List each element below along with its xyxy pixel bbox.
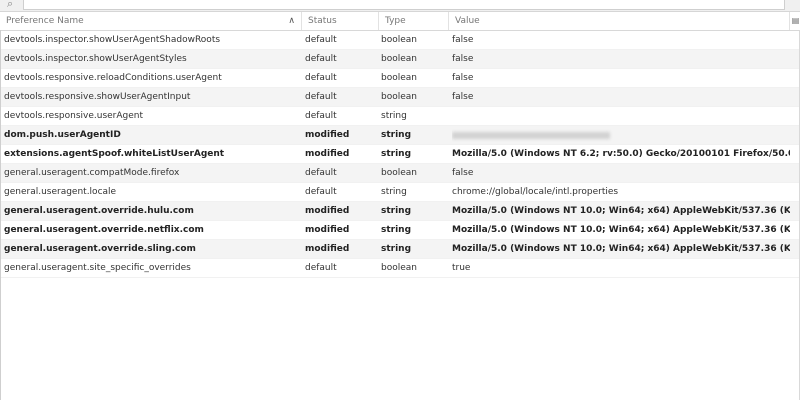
search-bar: ⌕ — [0, 0, 800, 12]
table-row[interactable]: general.useragent.compatMode.firefox defa… — [0, 164, 800, 183]
pref-type-cell: boolean — [381, 73, 417, 83]
pref-name-cell: general.useragent.override.sling.com — [4, 244, 196, 254]
table-header: Preference Name ∧ Status Type Value ▤ — [0, 12, 800, 31]
pref-value-cell — [452, 126, 790, 146]
pref-status-cell: default — [305, 111, 337, 121]
table-row[interactable]: devtools.inspector.showUserAgentShadowRo… — [0, 31, 800, 50]
pref-status-cell: modified — [305, 206, 350, 216]
pref-type-cell: boolean — [381, 35, 417, 45]
pref-type-cell: string — [381, 149, 412, 159]
table-row[interactable]: devtools.responsive.userAgent default stri… — [0, 107, 800, 126]
pref-status-cell: default — [305, 168, 337, 178]
column-header-status[interactable]: Status — [302, 12, 379, 30]
pref-name-cell: general.useragent.override.netflix.com — [4, 225, 204, 235]
pref-type-cell: string — [381, 225, 412, 235]
pref-name-cell: dom.push.userAgentID — [4, 130, 121, 140]
pref-type-cell: string — [381, 130, 412, 140]
pref-value-cell: Mozilla/5.0 (Windows NT 6.2; rv:50.0) Ge… — [452, 149, 790, 159]
pref-value-cell: false — [452, 168, 474, 178]
pref-status-cell: default — [305, 92, 337, 102]
table-row[interactable]: devtools.responsive.reloadConditions.use… — [0, 69, 800, 88]
pref-type-cell: string — [381, 111, 407, 121]
pref-value-cell: false — [452, 92, 474, 102]
redacted-value — [452, 132, 610, 139]
pref-status-cell: modified — [305, 130, 350, 140]
pref-status-cell: modified — [305, 225, 350, 235]
pref-value-cell: Mozilla/5.0 (Windows NT 10.0; Win64; x64… — [452, 206, 790, 216]
table-row[interactable]: general.useragent.locale default string chr… — [0, 183, 800, 202]
pref-value-cell: chrome://global/locale/intl.properties — [452, 187, 619, 197]
chevron-up-icon: ∧ — [288, 16, 295, 26]
pref-status-cell: default — [305, 73, 337, 83]
column-header-label: Status — [308, 16, 337, 26]
pref-name-cell: devtools.responsive.showUserAgentInput — [4, 92, 191, 102]
column-header-label: Value — [455, 16, 480, 26]
pref-status-cell: modified — [305, 244, 350, 254]
pref-name-cell: devtools.inspector.showUserAgentStyles — [4, 54, 187, 64]
pref-status-cell: default — [305, 35, 337, 45]
pref-type-cell: boolean — [381, 263, 417, 273]
table-row[interactable]: extensions.agentSpoof.whiteListUserAgent… — [0, 145, 800, 164]
table-row[interactable]: general.useragent.override.netflix.com mo… — [0, 221, 800, 240]
search-icon[interactable]: ⌕ — [7, 0, 13, 11]
preferences-table: devtools.inspector.showUserAgentShadowRo… — [0, 31, 800, 278]
pref-value-cell: Mozilla/5.0 (Windows NT 10.0; Win64; x64… — [452, 244, 790, 254]
column-header-label: Preference Name — [6, 16, 84, 26]
pref-name-cell: devtools.inspector.showUserAgentShadowRo… — [4, 35, 221, 45]
column-header-preference-name[interactable]: Preference Name ∧ — [0, 12, 302, 30]
pref-type-cell: string — [381, 187, 407, 197]
pref-status-cell: default — [305, 263, 337, 273]
pref-name-cell: general.useragent.compatMode.firefox — [4, 168, 180, 178]
pref-type-cell: boolean — [381, 168, 417, 178]
column-header-type[interactable]: Type — [379, 12, 449, 30]
pref-value-cell: false — [452, 54, 474, 64]
table-row[interactable]: devtools.inspector.showUserAgentStyles de… — [0, 50, 800, 69]
table-left-border — [0, 30, 1, 400]
search-input[interactable] — [23, 0, 785, 10]
table-row[interactable]: general.useragent.site_specific_override… — [0, 259, 800, 278]
pref-name-cell: extensions.agentSpoof.whiteListUserAgent — [4, 149, 225, 159]
pref-type-cell: string — [381, 206, 412, 216]
pref-name-cell: general.useragent.override.hulu.com — [4, 206, 194, 216]
pref-type-cell: boolean — [381, 92, 417, 102]
pref-value-cell: false — [452, 73, 474, 83]
table-row[interactable]: dom.push.userAgentID modified string — [0, 126, 800, 145]
pref-status-cell: default — [305, 54, 337, 64]
pref-name-cell: general.useragent.site_specific_override… — [4, 263, 191, 273]
pref-name-cell: general.useragent.locale — [4, 187, 117, 197]
column-header-value[interactable]: Value — [449, 12, 789, 30]
pref-status-cell: modified — [305, 149, 350, 159]
table-row[interactable]: general.useragent.override.hulu.com modif… — [0, 202, 800, 221]
pref-status-cell: default — [305, 187, 337, 197]
pref-value-cell: true — [452, 263, 471, 273]
table-row[interactable]: general.useragent.override.sling.com modi… — [0, 240, 800, 259]
column-header-label: Type — [385, 16, 406, 26]
pref-type-cell: string — [381, 244, 412, 254]
pref-name-cell: devtools.responsive.userAgent — [4, 111, 144, 121]
table-row[interactable]: devtools.responsive.showUserAgentInput de… — [0, 88, 800, 107]
column-picker-icon[interactable]: ▤ — [789, 12, 800, 30]
pref-name-cell: devtools.responsive.reloadConditions.use… — [4, 73, 222, 83]
pref-type-cell: boolean — [381, 54, 417, 64]
pref-value-cell: false — [452, 35, 474, 45]
pref-value-cell: Mozilla/5.0 (Windows NT 10.0; Win64; x64… — [452, 225, 790, 235]
